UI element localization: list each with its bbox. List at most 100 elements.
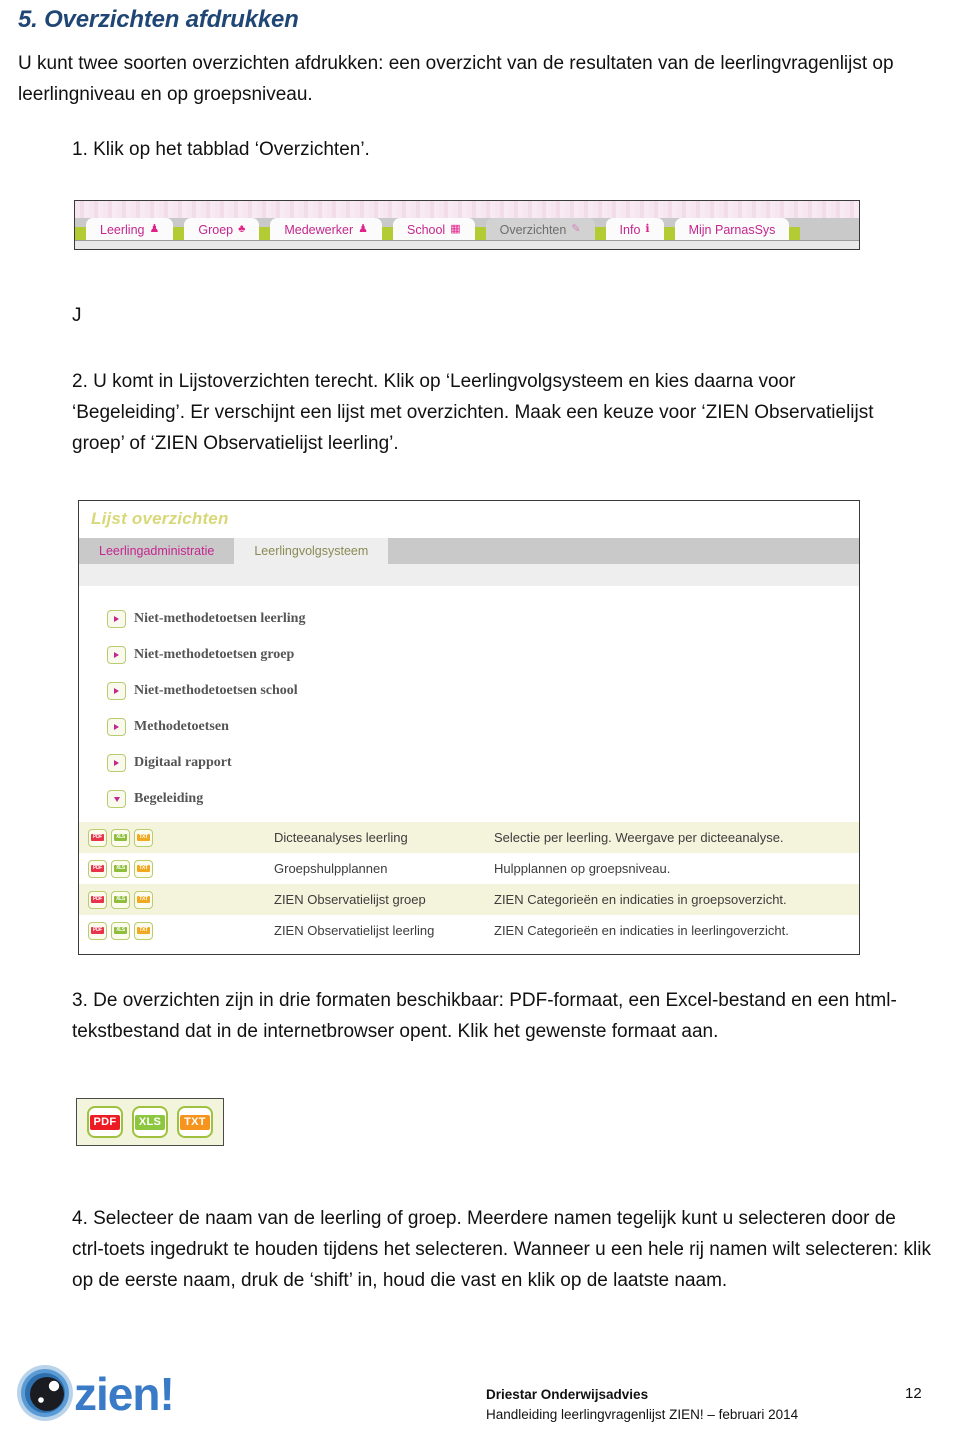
- row-name: Dicteeanalyses leerling: [274, 830, 408, 845]
- page-number: 12: [905, 1385, 922, 1402]
- chevron-right-icon[interactable]: [107, 682, 126, 700]
- xls-icon-label: XLS: [114, 865, 127, 872]
- tree-item-methodetoetsen[interactable]: Methodetoetsen: [107, 709, 607, 745]
- nav-tab-label: Mijn ParnasSys: [688, 222, 776, 237]
- row-description: ZIEN Categorieën en indicaties in groeps…: [494, 892, 787, 907]
- txt-icon-label: TXT: [137, 865, 150, 872]
- xls-icon[interactable]: XLS: [111, 828, 130, 847]
- txt-button[interactable]: TXT: [177, 1106, 213, 1138]
- overview-category-tree: Niet-methodetoetsen leerling Niet-method…: [107, 601, 607, 817]
- footer-organisation: Driestar Onderwijsadvies: [486, 1387, 649, 1402]
- xls-icon[interactable]: XLS: [111, 859, 130, 878]
- panel-tab-bar: Leerlingadministratie Leerlingvolgsystee…: [79, 538, 859, 564]
- row-description: Hulpplannen op groepsniveau.: [494, 861, 671, 876]
- nav-tab-label: School: [406, 222, 446, 237]
- row-format-icons: PDF XLS TXT: [79, 828, 274, 847]
- pdf-icon[interactable]: PDF: [88, 890, 107, 909]
- row-format-icons: PDF XLS TXT: [79, 890, 274, 909]
- tree-item-niet-methodetoetsen-groep[interactable]: Niet-methodetoetsen groep: [107, 637, 607, 673]
- tree-item-label: Niet-methodetoetsen school: [134, 683, 298, 698]
- chevron-right-icon[interactable]: [107, 718, 126, 736]
- pdf-icon[interactable]: PDF: [88, 859, 107, 878]
- person-icon: ♟: [149, 223, 160, 235]
- format-buttons-screenshot: PDF XLS TXT: [76, 1098, 224, 1146]
- nav-bottom-border: [75, 240, 859, 249]
- zien-logo: zien!: [16, 1362, 216, 1424]
- xls-icon[interactable]: XLS: [111, 921, 130, 940]
- row-format-icons: PDF XLS TXT: [79, 859, 274, 878]
- row-name: ZIEN Observatielijst leerling: [274, 923, 435, 938]
- nav-tab-label: Info: [619, 222, 641, 237]
- table-row[interactable]: PDF XLS TXT Dicteeanalyses leerling Sele…: [79, 822, 859, 853]
- tree-item-label: Niet-methodetoetsen leerling: [134, 611, 306, 626]
- row-description: Selectie per leerling. Weergave per dict…: [494, 830, 784, 845]
- eye-icon: [16, 1364, 74, 1422]
- tree-item-begeleiding[interactable]: Begeleiding: [107, 781, 607, 817]
- person-icon: ♟: [358, 223, 368, 235]
- pencil-icon: ✎: [571, 223, 581, 235]
- step-4-text: 4. Selecteer de naam van de leerling of …: [72, 1208, 931, 1291]
- pdf-icon-label: PDF: [91, 865, 104, 872]
- nav-tab-label: Groep: [198, 222, 234, 237]
- tree-item-label: Begeleiding: [134, 791, 204, 806]
- txt-icon[interactable]: TXT: [134, 921, 153, 940]
- page-title: 5. Overzichten afdrukken: [18, 6, 299, 33]
- row-name: Groepshulpplannen: [274, 861, 388, 876]
- tree-item-niet-methodetoetsen-leerling[interactable]: Niet-methodetoetsen leerling: [107, 601, 607, 637]
- panel-title: Lijst overzichten: [91, 509, 229, 528]
- txt-icon[interactable]: TXT: [134, 828, 153, 847]
- pdf-icon-label: PDF: [91, 896, 104, 903]
- txt-button-label: TXT: [180, 1114, 210, 1130]
- chevron-down-icon[interactable]: [107, 790, 126, 808]
- table-row[interactable]: PDF XLS TXT ZIEN Observatielijst groep Z…: [79, 884, 859, 915]
- tree-item-niet-methodetoetsen-school[interactable]: Niet-methodetoetsen school: [107, 673, 607, 709]
- intro-paragraph: U kunt twee soorten overzichten afdrukke…: [18, 53, 894, 105]
- txt-icon-label: TXT: [137, 896, 150, 903]
- zien-wordmark: zien!: [74, 1368, 175, 1420]
- nav-tab-label: Medewerker: [284, 222, 354, 237]
- txt-icon[interactable]: TXT: [134, 859, 153, 878]
- pdf-icon-label: PDF: [91, 927, 104, 934]
- panel-subbar: [79, 564, 859, 586]
- txt-icon[interactable]: TXT: [134, 890, 153, 909]
- step-2-text: 2. U komt in Lijstoverzichten terecht. K…: [72, 371, 874, 454]
- stray-character: J: [72, 305, 82, 326]
- chevron-right-icon[interactable]: [107, 646, 126, 664]
- pdf-button[interactable]: PDF: [87, 1106, 123, 1138]
- tab-label: Leerlingadministratie: [99, 544, 215, 558]
- pdf-icon[interactable]: PDF: [88, 828, 107, 847]
- tree-item-digitaal-rapport[interactable]: Digitaal rapport: [107, 745, 607, 781]
- xls-icon-label: XLS: [114, 834, 127, 841]
- row-name: ZIEN Observatielijst groep: [274, 892, 426, 907]
- overview-results-table: PDF XLS TXT Dicteeanalyses leerling Sele…: [79, 822, 859, 946]
- table-row[interactable]: PDF XLS TXT Groepshulpplannen Hulpplanne…: [79, 853, 859, 884]
- tree-item-label: Digitaal rapport: [134, 755, 232, 770]
- people-icon: ♣: [238, 223, 246, 235]
- xls-button[interactable]: XLS: [132, 1106, 168, 1138]
- table-row[interactable]: PDF XLS TXT ZIEN Observatielijst leerlin…: [79, 915, 859, 946]
- tab-leerlingvolgsysteem[interactable]: Leerlingvolgsysteem: [234, 538, 389, 564]
- step-3-text: 3. De overzichten zijn in drie formaten …: [72, 990, 897, 1042]
- tab-label: Leerlingvolgsysteem: [254, 544, 369, 558]
- tree-item-label: Niet-methodetoetsen groep: [134, 647, 295, 662]
- lijst-overzichten-screenshot: Lijst overzichten Leerlingadministratie …: [78, 500, 860, 955]
- parnassys-navigation-screenshot: Leerling ♟ Groep ♣ Medewerker ♟ School ▦…: [74, 200, 860, 250]
- chevron-right-icon[interactable]: [107, 610, 126, 628]
- row-description: ZIEN Categorieën en indicaties in leerli…: [494, 923, 789, 938]
- tab-leerlingadministratie[interactable]: Leerlingadministratie: [79, 538, 235, 564]
- step-1-text: 1. Klik op het tabblad ‘Overzichten’.: [72, 139, 370, 160]
- txt-icon-label: TXT: [137, 927, 150, 934]
- eye-icon-svg: [17, 1365, 73, 1421]
- pdf-icon[interactable]: PDF: [88, 921, 107, 940]
- xls-icon-label: XLS: [114, 896, 127, 903]
- tree-item-label: Methodetoetsen: [134, 719, 229, 734]
- xls-icon[interactable]: XLS: [111, 890, 130, 909]
- building-icon: ▦: [450, 223, 461, 235]
- xls-icon-label: XLS: [114, 927, 127, 934]
- chevron-right-icon[interactable]: [107, 754, 126, 772]
- nav-decorative-stripe: [75, 201, 859, 218]
- row-format-icons: PDF XLS TXT: [79, 921, 274, 940]
- xls-button-label: XLS: [135, 1114, 165, 1130]
- nav-tab-label: Overzichten: [499, 222, 567, 237]
- footer-credits: Driestar Onderwijsadvies Handleiding lee…: [486, 1385, 798, 1425]
